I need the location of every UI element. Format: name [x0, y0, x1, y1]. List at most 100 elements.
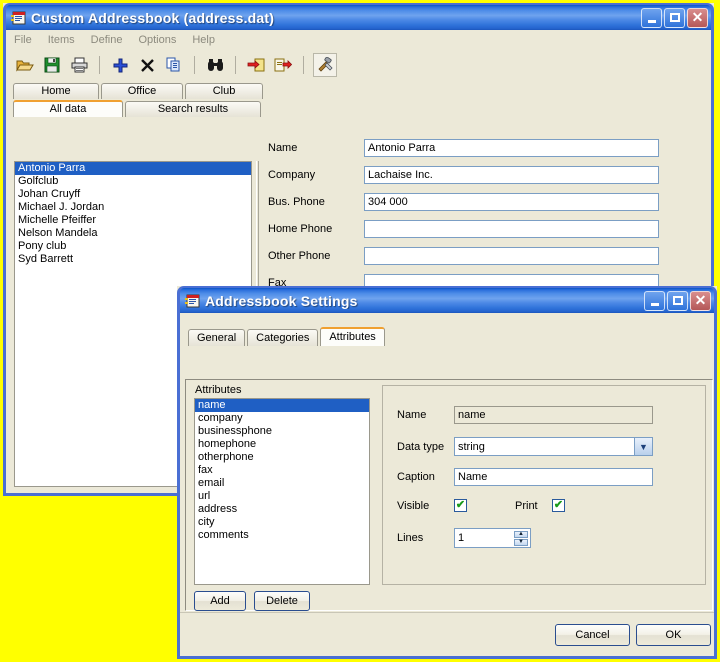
minimize-button[interactable]	[644, 290, 665, 311]
list-buttons: Add Delete	[194, 591, 310, 611]
list-item[interactable]: Michelle Pfeiffer	[15, 214, 251, 227]
print-checkbox[interactable]: ✔	[552, 499, 565, 512]
list-item[interactable]: homephone	[195, 438, 369, 451]
main-window-controls: ✕	[641, 7, 708, 28]
editor-row-datatype: Data type string ▼	[397, 437, 653, 456]
settings-dialog-body: General Categories Attributes Attributes…	[177, 313, 717, 659]
open-icon[interactable]	[14, 54, 36, 76]
chevron-down-icon[interactable]: ▼	[634, 438, 652, 455]
maximize-button[interactable]	[667, 290, 688, 311]
attributes-group-label: Attributes	[195, 384, 242, 396]
field-row-home-phone: Home Phone	[268, 215, 708, 242]
copy-icon[interactable]	[163, 54, 185, 76]
menu-options[interactable]: Options	[138, 34, 176, 46]
list-item[interactable]: otherphone	[195, 451, 369, 464]
tab-club[interactable]: Club	[185, 83, 263, 99]
settings-dialog-titlebar[interactable]: Addressbook Settings ✕	[177, 286, 717, 313]
toolbar-separator	[99, 56, 100, 74]
settings-dialog-title: Addressbook Settings	[205, 292, 358, 309]
find-icon[interactable]	[204, 54, 226, 76]
view-tab-row: All data Search results	[6, 99, 711, 117]
editor-label-print: Print	[515, 499, 538, 512]
field-input-other-phone[interactable]	[364, 246, 659, 265]
list-item[interactable]: email	[195, 477, 369, 490]
close-button[interactable]: ✕	[690, 290, 711, 311]
tab-all-data[interactable]: All data	[13, 100, 123, 117]
field-row-other-phone: Other Phone	[268, 242, 708, 269]
editor-label-name: Name	[397, 409, 427, 421]
field-label-other-phone: Other Phone	[268, 249, 331, 262]
menu-items[interactable]: Items	[48, 34, 75, 46]
field-input-company[interactable]: Lachaise Inc.	[364, 165, 659, 184]
add-button[interactable]: Add	[194, 591, 246, 611]
datatype-value: string	[458, 440, 485, 453]
close-button[interactable]: ✕	[687, 7, 708, 28]
tab-attributes[interactable]: Attributes	[320, 327, 385, 346]
menu-file[interactable]: File	[14, 34, 32, 46]
list-item[interactable]: city	[195, 516, 369, 529]
editor-input-caption[interactable]: Name	[454, 468, 653, 486]
menu-define[interactable]: Define	[91, 34, 123, 46]
delete-icon[interactable]	[136, 54, 158, 76]
menu-help[interactable]: Help	[192, 34, 215, 46]
list-item[interactable]: address	[195, 503, 369, 516]
print-icon[interactable]	[68, 54, 90, 76]
toolbar-separator	[303, 56, 304, 74]
tab-office[interactable]: Office	[101, 83, 183, 99]
visible-checkbox[interactable]: ✔	[454, 499, 467, 512]
add-icon[interactable]	[109, 54, 131, 76]
delete-button[interactable]: Delete	[254, 591, 310, 611]
list-item[interactable]: Antonio Parra	[15, 162, 251, 175]
tab-general[interactable]: General	[188, 329, 246, 346]
tab-categories[interactable]: Categories	[247, 329, 319, 346]
main-window-titlebar[interactable]: Custom Addressbook (address.dat) ✕	[3, 3, 714, 30]
field-input-bus-phone[interactable]: 304 000	[364, 192, 659, 211]
lines-value: 1	[458, 532, 465, 544]
main-window-title: Custom Addressbook (address.dat)	[31, 9, 275, 26]
list-item[interactable]: Nelson Mandela	[15, 227, 251, 240]
editor-select-datatype[interactable]: string ▼	[454, 437, 653, 456]
field-label-company: Company	[268, 168, 316, 181]
save-icon[interactable]	[41, 54, 63, 76]
field-label-name: Name	[268, 141, 298, 154]
maximize-button[interactable]	[664, 7, 685, 28]
menu-bar: File Items Define Options Help	[6, 30, 711, 50]
tab-home[interactable]: Home	[13, 83, 99, 99]
stepper-up-icon[interactable]: ▲	[514, 530, 528, 538]
list-item[interactable]: Johan Cruyff	[15, 188, 251, 201]
list-item[interactable]: url	[195, 490, 369, 503]
field-input-home-phone[interactable]	[364, 219, 659, 238]
list-item[interactable]: Golfclub	[15, 175, 251, 188]
ok-button[interactable]: OK	[636, 624, 711, 646]
field-row-name: Name Antonio Parra	[268, 134, 708, 161]
field-row-bus-phone: Bus. Phone 304 000	[268, 188, 708, 215]
list-item[interactable]: Syd Barrett	[15, 253, 251, 266]
attribute-editor-group: Name name Data type string ▼ Caption Nam…	[382, 385, 706, 585]
tools-icon[interactable]	[313, 53, 337, 77]
lines-stepper[interactable]: 1 ▲ ▼	[454, 528, 531, 548]
attributes-list[interactable]: name company businessphone homephone oth…	[194, 398, 370, 585]
cancel-button[interactable]: Cancel	[555, 624, 630, 646]
import-icon[interactable]	[245, 54, 267, 76]
field-input-name[interactable]: Antonio Parra	[364, 138, 659, 157]
list-item[interactable]: fax	[195, 464, 369, 477]
tab-search-results[interactable]: Search results	[125, 101, 261, 117]
settings-tab-row: General Categories Attributes	[180, 327, 714, 346]
stepper-down-icon[interactable]: ▼	[514, 538, 528, 546]
editor-label-lines: Lines	[397, 532, 424, 544]
list-item[interactable]: company	[195, 412, 369, 425]
list-item[interactable]: Pony club	[15, 240, 251, 253]
minimize-button[interactable]	[641, 7, 662, 28]
addressbook-icon	[11, 10, 27, 26]
export-icon[interactable]	[272, 54, 294, 76]
addressbook-icon	[185, 293, 201, 309]
toolbar-separator	[235, 56, 236, 74]
check-icon: ✔	[553, 499, 564, 511]
list-item[interactable]: businessphone	[195, 425, 369, 438]
list-item[interactable]: name	[195, 399, 369, 412]
list-item[interactable]: comments	[195, 529, 369, 542]
attributes-tab-page: Attributes name company businessphone ho…	[185, 379, 713, 611]
list-item[interactable]: Michael J. Jordan	[15, 201, 251, 214]
toolbar	[6, 50, 711, 80]
editor-row-lines: Lines 1 ▲ ▼	[397, 528, 531, 548]
